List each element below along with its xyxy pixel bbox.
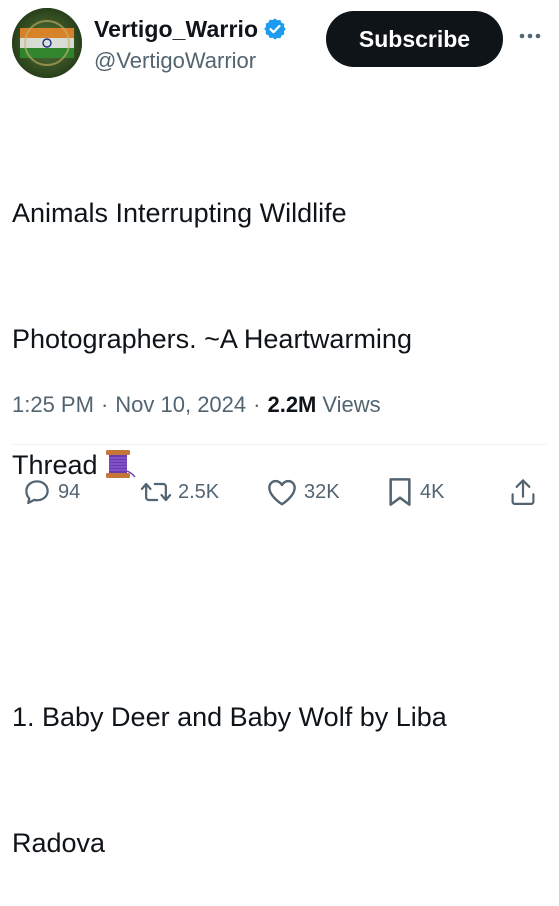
- bookmark-icon: [389, 478, 411, 506]
- tweet-date[interactable]: Nov 10, 2024: [115, 392, 246, 418]
- reply-count: 94: [58, 480, 81, 503]
- tweet-line: Animals Interrupting Wildlife: [12, 198, 347, 228]
- meta-separator: ·: [100, 392, 109, 417]
- like-count: 32K: [304, 480, 340, 503]
- repost-icon: [140, 482, 172, 502]
- subscribe-button[interactable]: Subscribe: [326, 11, 503, 67]
- avatar-image: [12, 8, 82, 78]
- author-name-row: Vertigo_Warrio: [94, 14, 287, 44]
- bookmark-count: 4K: [420, 480, 445, 503]
- tweet-line: Photographers. ~A Heartwarming: [12, 324, 412, 354]
- tweet-meta: 1:25 PM · Nov 10, 2024 · 2.2M Views: [12, 388, 381, 422]
- bookmark-button[interactable]: 4K: [386, 472, 444, 512]
- more-horizontal-icon[interactable]: [514, 20, 546, 52]
- reply-button[interactable]: 94: [22, 472, 80, 512]
- tweet-header: Vertigo_Warrio @VertigoWarrior Subscribe: [0, 0, 559, 90]
- views-label: Views: [322, 392, 381, 417]
- repost-count: 2.5K: [178, 480, 220, 503]
- author-handle[interactable]: @VertigoWarrior: [94, 48, 287, 74]
- reply-icon: [25, 480, 49, 505]
- share-icon: [511, 479, 535, 505]
- heart-icon: [268, 479, 296, 506]
- divider: [12, 444, 547, 445]
- verified-badge-icon[interactable]: [263, 17, 287, 41]
- display-name[interactable]: Vertigo_Warrio: [94, 16, 258, 43]
- tweet-line: 1. Baby Deer and Baby Wolf by Liba: [12, 702, 447, 732]
- author-block: Vertigo_Warrio @VertigoWarrior: [94, 14, 287, 74]
- like-button[interactable]: 32K: [266, 472, 340, 512]
- tweet-line: Radova: [12, 828, 106, 858]
- meta-separator: ·: [253, 392, 261, 417]
- avatar[interactable]: [12, 8, 82, 78]
- views-count: 2.2M: [267, 392, 317, 417]
- share-button[interactable]: [509, 472, 537, 512]
- tweet-time[interactable]: 1:25 PM: [12, 392, 94, 418]
- action-bar: 94 2.5K 32K 4K: [0, 472, 559, 512]
- repost-button[interactable]: 2.5K: [140, 472, 219, 512]
